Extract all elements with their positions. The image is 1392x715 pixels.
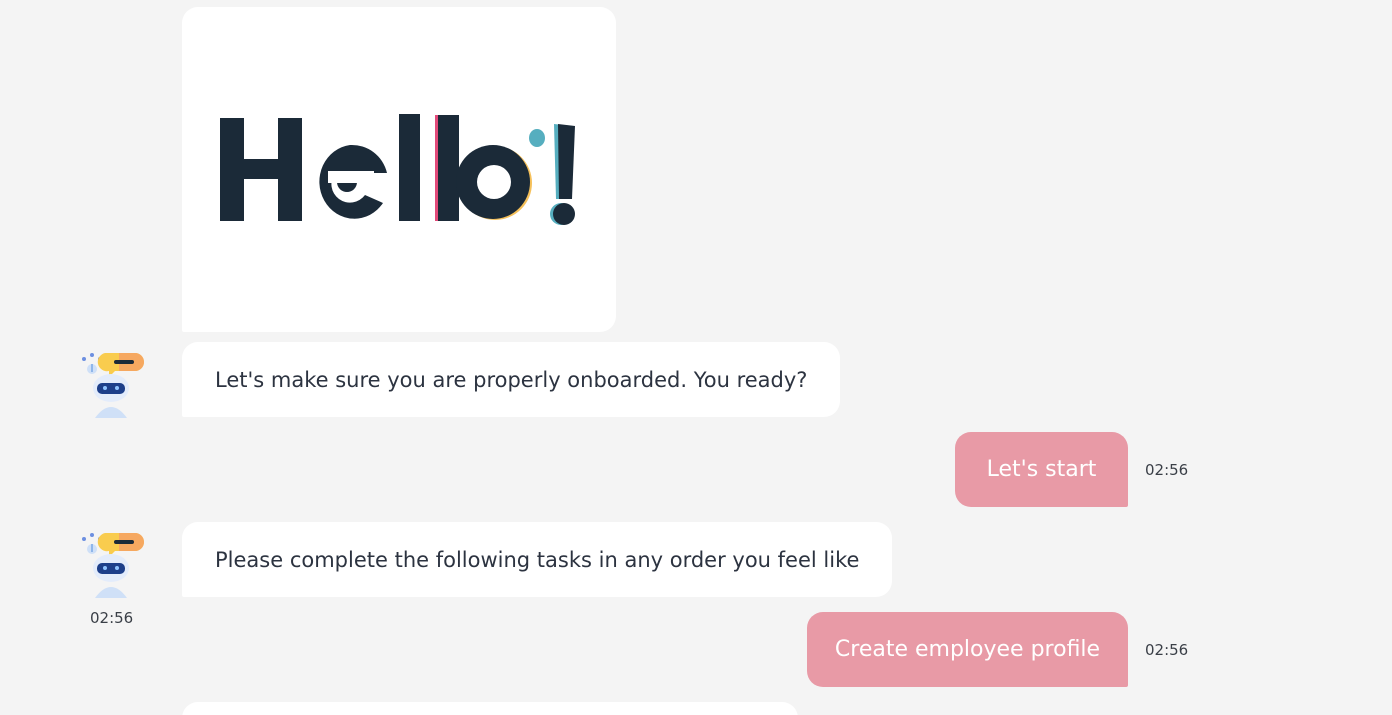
robot-avatar-icon bbox=[79, 348, 145, 418]
hello-image bbox=[220, 114, 575, 225]
robot-avatar-icon bbox=[79, 528, 145, 598]
bot-message-partial bbox=[182, 702, 798, 715]
bot-message-text: Let's make sure you are properly onboard… bbox=[215, 367, 808, 392]
user-message-lets-start: Let's start bbox=[955, 432, 1128, 507]
user-message-create-employee-profile: Create employee profile bbox=[807, 612, 1128, 687]
bot-message: Let's make sure you are properly onboard… bbox=[182, 342, 841, 417]
user-message-text: Create employee profile bbox=[834, 637, 1101, 662]
bot-message-text: Please complete the following tasks in a… bbox=[215, 547, 860, 572]
hello-image-card bbox=[182, 7, 616, 332]
chat-area: Let's make sure you are properly onboard… bbox=[0, 0, 1392, 715]
message-timestamp: 02:56 bbox=[90, 609, 134, 627]
message-timestamp: 02:56 bbox=[1145, 641, 1189, 659]
message-timestamp: 02:56 bbox=[1145, 461, 1189, 479]
bot-message: Please complete the following tasks in a… bbox=[182, 522, 893, 597]
user-message-text: Let's start bbox=[986, 457, 1097, 482]
